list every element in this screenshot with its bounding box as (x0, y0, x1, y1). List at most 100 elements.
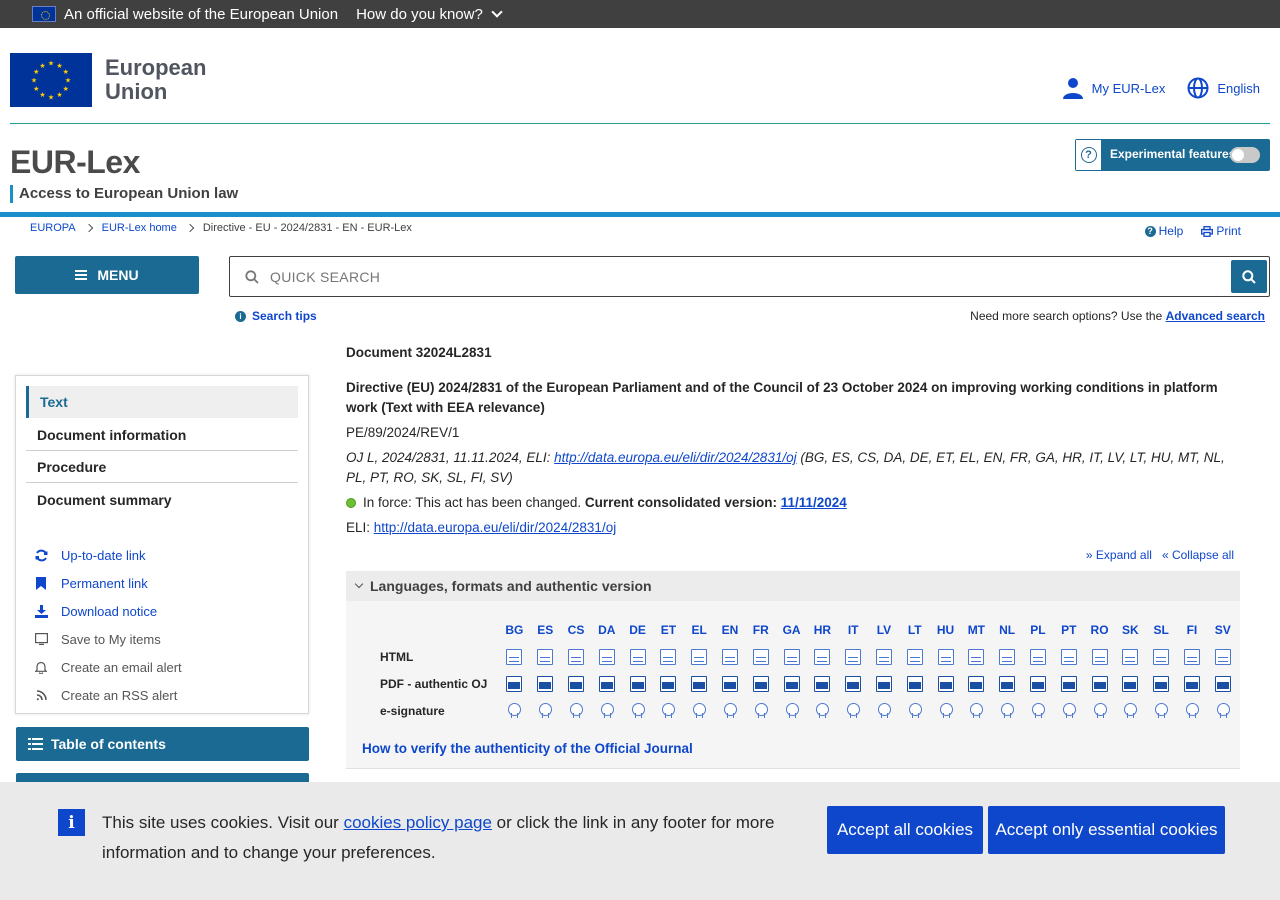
accept-all-cookies-button[interactable]: Accept all cookies (827, 806, 983, 854)
breadcrumb-eurlex-home[interactable]: EUR-Lex home (102, 222, 177, 234)
pdf-file-icon-cs[interactable] (567, 675, 584, 692)
language-code-fr[interactable]: FR (753, 623, 769, 637)
language-code-fi[interactable]: FI (1187, 623, 1198, 637)
pdf-file-icon-en[interactable] (721, 675, 738, 692)
html-file-icon-it[interactable] (845, 648, 862, 665)
esignature-icon-nl[interactable] (1000, 702, 1015, 719)
html-file-icon-sl[interactable] (1153, 648, 1170, 665)
html-file-icon-en[interactable] (721, 648, 738, 665)
quick-search-input[interactable] (270, 258, 1269, 295)
esignature-icon-ro[interactable] (1093, 702, 1107, 719)
create-rss-alert-link[interactable]: Create an RSS alert (34, 681, 182, 709)
pdf-file-icon-pt[interactable] (1060, 675, 1077, 692)
print-link[interactable]: Print (1201, 224, 1241, 238)
esignature-icon-en[interactable] (723, 702, 737, 719)
help-icon[interactable]: ? (1076, 140, 1101, 170)
esignature-icon-fr[interactable] (754, 702, 768, 719)
pdf-file-icon-pl[interactable] (1029, 675, 1046, 692)
languages-panel-header[interactable]: Languages, formats and authentic version (346, 571, 1240, 601)
language-code-bg[interactable]: BG (505, 623, 523, 637)
html-file-icon-fr[interactable] (752, 648, 769, 665)
language-code-sk[interactable]: SK (1122, 623, 1139, 637)
esignature-icon-hu[interactable] (939, 702, 953, 719)
experimental-switch[interactable] (1230, 147, 1260, 163)
html-file-icon-cs[interactable] (567, 648, 584, 665)
esignature-icon-pt[interactable] (1062, 702, 1076, 719)
pdf-file-icon-bg[interactable] (506, 675, 523, 692)
up-to-date-link[interactable]: Up-to-date link (34, 541, 182, 569)
language-selector[interactable]: English (1187, 77, 1260, 99)
download-notice-link[interactable]: Download notice (34, 597, 182, 625)
tab-document-information[interactable]: Document information (26, 419, 298, 451)
pdf-file-icon-et[interactable] (660, 675, 677, 692)
pdf-file-icon-fi[interactable] (1183, 675, 1200, 692)
language-code-da[interactable]: DA (598, 623, 615, 637)
esignature-icon-de[interactable] (631, 702, 645, 719)
html-file-icon-ga[interactable] (783, 648, 800, 665)
html-file-icon-el[interactable] (691, 648, 708, 665)
pdf-file-icon-sv[interactable] (1214, 675, 1231, 692)
pdf-file-icon-hr[interactable] (814, 675, 831, 692)
experimental-features-toggle[interactable]: ? Experimental features (1075, 139, 1270, 171)
esignature-icon-fi[interactable] (1185, 702, 1199, 719)
html-file-icon-pl[interactable] (1029, 648, 1046, 665)
esignature-icon-it[interactable] (846, 702, 861, 719)
esignature-icon-sv[interactable] (1216, 702, 1230, 719)
language-code-es[interactable]: ES (537, 623, 553, 637)
site-title[interactable]: EUR-Lex (10, 144, 140, 181)
language-code-lt[interactable]: LT (908, 623, 922, 637)
esignature-icon-sk[interactable] (1123, 702, 1138, 719)
language-code-pl[interactable]: PL (1030, 623, 1045, 637)
esignature-icon-bg[interactable] (507, 702, 522, 719)
esignature-icon-el[interactable] (692, 702, 707, 719)
verify-authenticity-link[interactable]: How to verify the authenticity of the Of… (362, 741, 693, 756)
how-do-you-know-toggle[interactable]: How do you know? (356, 6, 503, 23)
html-file-icon-ro[interactable] (1091, 648, 1108, 665)
pdf-file-icon-da[interactable] (598, 675, 615, 692)
pdf-file-icon-mt[interactable] (968, 675, 985, 692)
expand-all-link[interactable]: »︎ Expand all (1086, 548, 1152, 562)
html-file-icon-da[interactable] (598, 648, 615, 665)
breadcrumb-europa[interactable]: EUROPA (30, 222, 76, 234)
search-submit-button[interactable] (1231, 260, 1267, 293)
menu-button[interactable]: MENU (15, 256, 199, 294)
pdf-file-icon-ro[interactable] (1091, 675, 1108, 692)
html-file-icon-bg[interactable] (506, 648, 523, 665)
pdf-file-icon-ga[interactable] (783, 675, 800, 692)
my-eurlex-link[interactable]: My EUR-Lex (1062, 77, 1165, 99)
table-of-contents-button[interactable]: Table of contents (16, 727, 309, 761)
language-code-lv[interactable]: LV (877, 623, 891, 637)
pdf-file-icon-sk[interactable] (1122, 675, 1139, 692)
pdf-file-icon-fr[interactable] (752, 675, 769, 692)
language-code-en[interactable]: EN (722, 623, 739, 637)
language-code-ro[interactable]: RO (1091, 623, 1109, 637)
esignature-icon-cs[interactable] (569, 702, 583, 719)
language-code-pt[interactable]: PT (1061, 623, 1076, 637)
html-file-icon-pt[interactable] (1060, 648, 1077, 665)
language-code-el[interactable]: EL (692, 623, 707, 637)
language-code-nl[interactable]: NL (999, 623, 1015, 637)
tab-text[interactable]: Text (26, 386, 298, 418)
search-tips-link[interactable]: i Search tips (235, 309, 317, 323)
consolidated-version-link[interactable]: 11/11/2024 (781, 495, 847, 510)
pdf-file-icon-it[interactable] (845, 675, 862, 692)
esignature-icon-lt[interactable] (908, 702, 922, 719)
esignature-icon-ga[interactable] (785, 702, 799, 719)
language-code-cs[interactable]: CS (568, 623, 585, 637)
permanent-link[interactable]: Permanent link (34, 569, 182, 597)
html-file-icon-hr[interactable] (814, 648, 831, 665)
esignature-icon-mt[interactable] (969, 702, 984, 719)
esignature-icon-et[interactable] (661, 702, 676, 719)
pdf-file-icon-de[interactable] (629, 675, 646, 692)
html-file-icon-lv[interactable] (875, 648, 892, 665)
pdf-file-icon-es[interactable] (537, 675, 554, 692)
language-code-hu[interactable]: HU (937, 623, 954, 637)
html-file-icon-sk[interactable] (1122, 648, 1139, 665)
esignature-icon-pl[interactable] (1031, 702, 1045, 719)
language-code-sl[interactable]: SL (1153, 623, 1168, 637)
esignature-icon-hr[interactable] (815, 702, 830, 719)
html-file-icon-es[interactable] (537, 648, 554, 665)
save-to-my-items-link[interactable]: Save to My items (34, 625, 182, 653)
language-code-sv[interactable]: SV (1215, 623, 1231, 637)
html-file-icon-et[interactable] (660, 648, 677, 665)
